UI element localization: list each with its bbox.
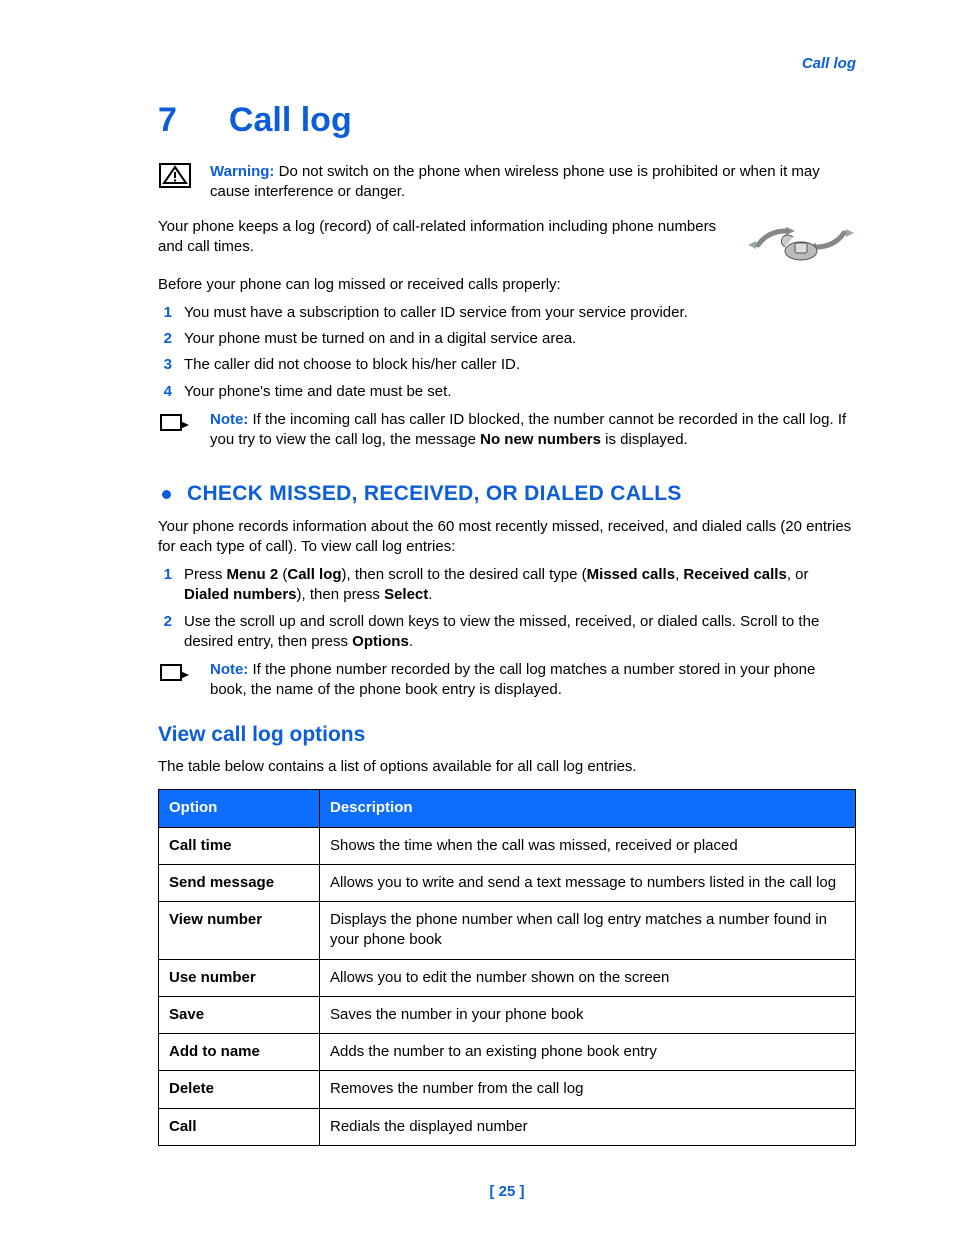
- page-number: [ 25 ]: [158, 1182, 856, 1202]
- text-run: Use the scroll up and scroll down keys t…: [184, 613, 819, 650]
- bold-text: Received calls: [683, 566, 786, 583]
- table-row: DeleteRemoves the number from the call l…: [159, 1071, 856, 1108]
- description-cell: Allows you to write and send a text mess…: [320, 864, 856, 901]
- text-run: , or: [787, 566, 809, 583]
- note-icon: [158, 410, 192, 436]
- chapter-number: 7: [158, 98, 177, 144]
- list-text: You must have a subscription to caller I…: [184, 303, 856, 323]
- description-cell: Allows you to edit the number shown on t…: [320, 959, 856, 996]
- text-run: .: [428, 586, 432, 603]
- warning-icon: [158, 162, 192, 188]
- text-run: ), then press: [297, 586, 385, 603]
- list-number: 1: [158, 565, 172, 585]
- options-table: Option Description Call timeShows the ti…: [158, 789, 856, 1146]
- description-cell: Shows the time when the call was missed,…: [320, 827, 856, 864]
- note-block-1: Note: If the incoming call has caller ID…: [158, 410, 856, 451]
- option-cell: Save: [159, 996, 320, 1033]
- list-number: 1: [158, 303, 172, 323]
- note1-post: is displayed.: [601, 431, 688, 448]
- list-item: 2 Use the scroll up and scroll down keys …: [158, 612, 856, 653]
- table-header-description: Description: [320, 790, 856, 827]
- list-number: 4: [158, 382, 172, 402]
- list-text: Press Menu 2 (Call log), then scroll to …: [184, 565, 856, 606]
- description-cell: Saves the number in your phone book: [320, 996, 856, 1033]
- warning-text: Do not switch on the phone when wireless…: [210, 163, 820, 200]
- text-run: Press: [184, 566, 227, 583]
- table-row: View numberDisplays the phone number whe…: [159, 902, 856, 960]
- warning-block: Warning: Do not switch on the phone when…: [158, 162, 856, 203]
- option-cell: Use number: [159, 959, 320, 996]
- bold-text: Missed calls: [587, 566, 675, 583]
- before-paragraph: Before your phone can log missed or rece…: [158, 275, 856, 295]
- list-item: 1 You must have a subscription to caller …: [158, 303, 856, 323]
- table-row: Add to nameAdds the number to an existin…: [159, 1034, 856, 1071]
- steps-list: 1 Press Menu 2 (Call log), then scroll to…: [158, 565, 856, 652]
- note1-bold: No new numbers: [480, 431, 601, 448]
- list-item: 4 Your phone's time and date must be set.: [158, 382, 856, 402]
- list-number: 2: [158, 612, 172, 632]
- text-run: ), then scroll to the desired call type …: [342, 566, 587, 583]
- note-icon: [158, 660, 192, 686]
- bold-text: Options: [352, 633, 409, 650]
- description-cell: Removes the number from the call log: [320, 1071, 856, 1108]
- list-text: Use the scroll up and scroll down keys t…: [184, 612, 856, 653]
- list-text: The caller did not choose to block his/h…: [184, 355, 856, 375]
- list-text: Your phone must be turned on and in a di…: [184, 329, 856, 349]
- chapter-title: Call log: [229, 98, 352, 144]
- note-label: Note:: [210, 411, 248, 428]
- section-title: CHECK MISSED, RECEIVED, OR DIALED CALLS: [187, 480, 682, 508]
- phone-sync-icon: [746, 213, 856, 267]
- note-block-2: Note: If the phone number recorded by th…: [158, 660, 856, 701]
- description-cell: Adds the number to an existing phone boo…: [320, 1034, 856, 1071]
- table-row: SaveSaves the number in your phone book: [159, 996, 856, 1033]
- table-row: Use numberAllows you to edit the number …: [159, 959, 856, 996]
- option-cell: Send message: [159, 864, 320, 901]
- section-heading: CHECK MISSED, RECEIVED, OR DIALED CALLS: [158, 480, 856, 508]
- list-item: 3 The caller did not choose to block his/…: [158, 355, 856, 375]
- option-cell: Call time: [159, 827, 320, 864]
- prerequisites-list: 1 You must have a subscription to caller …: [158, 303, 856, 402]
- option-cell: View number: [159, 902, 320, 960]
- intro-paragraph: Your phone keeps a log (record) of call-…: [158, 217, 726, 258]
- option-cell: Add to name: [159, 1034, 320, 1071]
- bold-text: Menu 2: [227, 566, 279, 583]
- warning-label: Warning:: [210, 163, 274, 180]
- text-run: .: [409, 633, 413, 650]
- table-row: Call timeShows the time when the call wa…: [159, 827, 856, 864]
- section-intro: Your phone records information about the…: [158, 517, 856, 558]
- table-row: CallRedials the displayed number: [159, 1108, 856, 1145]
- bold-text: Select: [384, 586, 428, 603]
- option-cell: Delete: [159, 1071, 320, 1108]
- list-item: 1 Press Menu 2 (Call log), then scroll to…: [158, 565, 856, 606]
- note2-text: If the phone number recorded by the call…: [210, 661, 815, 698]
- list-number: 2: [158, 329, 172, 349]
- running-header: Call log: [158, 54, 856, 74]
- table-row: Send messageAllows you to write and send…: [159, 864, 856, 901]
- note-label: Note:: [210, 661, 248, 678]
- chapter-header: 7 Call log: [158, 98, 856, 144]
- bold-text: Dialed numbers: [184, 586, 297, 603]
- description-cell: Displays the phone number when call log …: [320, 902, 856, 960]
- bullet-icon: [162, 490, 171, 499]
- list-number: 3: [158, 355, 172, 375]
- list-item: 2 Your phone must be turned on and in a d…: [158, 329, 856, 349]
- description-cell: Redials the displayed number: [320, 1108, 856, 1145]
- text-run: (: [278, 566, 287, 583]
- table-intro: The table below contains a list of optio…: [158, 757, 856, 777]
- list-text: Your phone's time and date must be set.: [184, 382, 856, 402]
- bold-text: Call log: [287, 566, 341, 583]
- table-header-option: Option: [159, 790, 320, 827]
- subheading: View call log options: [158, 721, 856, 749]
- option-cell: Call: [159, 1108, 320, 1145]
